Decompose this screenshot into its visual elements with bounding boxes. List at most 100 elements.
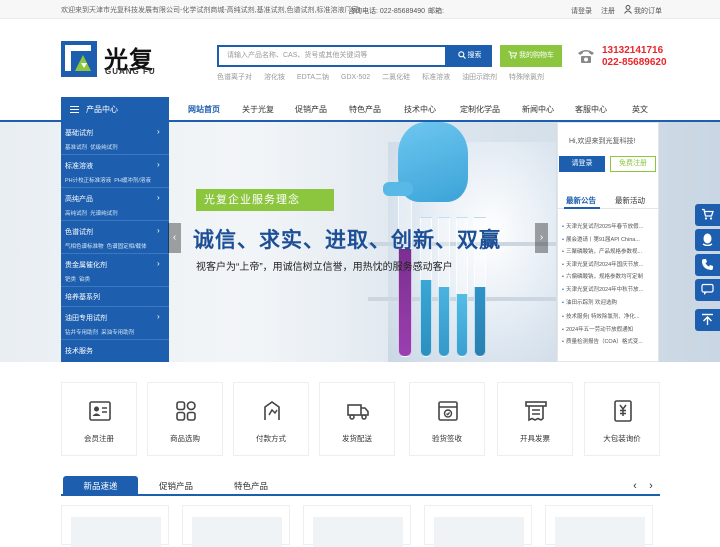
- cart-button[interactable]: 我的购物车: [500, 45, 562, 67]
- yen-icon: [614, 400, 632, 422]
- category-sidebar: 基础试剂 › 基准试剂 优级纯试剂 标准溶液 › PH计校正标准溶液 PH缓冲剂…: [61, 122, 169, 362]
- back-to-top-button[interactable]: [695, 309, 720, 331]
- login-link[interactable]: 请登录: [571, 6, 592, 16]
- tab-activities[interactable]: 最新活动: [615, 195, 645, 206]
- service-inspection[interactable]: 验货签收: [409, 382, 485, 456]
- hot-keyword[interactable]: 标准溶液: [422, 74, 450, 81]
- float-phone-button[interactable]: [695, 254, 720, 276]
- tab-announcements[interactable]: 最新公告: [566, 195, 596, 206]
- register-link[interactable]: 注册: [601, 6, 615, 16]
- email-text: 邮箱:: [428, 8, 444, 15]
- nav-item-promotion[interactable]: 促销产品: [288, 97, 334, 122]
- news-item[interactable]: 质量检测报告（COA）格式变...: [562, 337, 654, 345]
- sidebar-sublink[interactable]: 色谱固定相/载体: [107, 244, 147, 250]
- news-item[interactable]: 油田示踪剂 欢迎选购: [562, 298, 654, 306]
- qq-icon: [702, 233, 713, 246]
- float-qq-button[interactable]: [695, 229, 720, 251]
- hot-keyword[interactable]: 二氯化硅: [382, 74, 410, 81]
- sidebar-sublink[interactable]: 优级纯试剂: [90, 145, 118, 151]
- product-center-button[interactable]: 产品中心: [61, 97, 169, 122]
- product-card[interactable]: [303, 505, 411, 547]
- divider: [61, 220, 169, 221]
- tab-promotions[interactable]: 促销产品: [146, 476, 206, 496]
- hot-keyword[interactable]: 特殊除氯剂: [509, 74, 544, 81]
- sidebar-item-tech-service[interactable]: 技术服务: [65, 346, 93, 356]
- news-item[interactable]: 2024年五一劳动节放假通知: [562, 325, 654, 333]
- sidebar-item-basic-reagents[interactable]: 基础试剂: [65, 128, 93, 138]
- news-item[interactable]: 天津光复试剂2025年春节放假...: [562, 222, 654, 230]
- nav-item-service[interactable]: 客服中心: [568, 97, 614, 122]
- product-card[interactable]: [61, 505, 169, 547]
- nav-item-english[interactable]: 英文: [622, 97, 658, 122]
- menu-icon: [70, 106, 79, 113]
- sidebar-sublink[interactable]: 气相色谱标准物: [65, 244, 104, 250]
- chevron-right-icon: ›: [157, 259, 160, 268]
- carousel-next-button[interactable]: ›: [535, 223, 548, 253]
- sidebar-sublink[interactable]: 铂类: [79, 277, 90, 283]
- float-cart-button[interactable]: [695, 204, 720, 226]
- service-product-select[interactable]: 商品选购: [147, 382, 223, 456]
- chevron-right-icon: ›: [157, 226, 160, 235]
- product-card[interactable]: [424, 505, 532, 547]
- nav-item-featured[interactable]: 特色产品: [342, 97, 388, 122]
- nav-item-news[interactable]: 新闻中心: [515, 97, 561, 122]
- sidebar-item-catalysts[interactable]: 贵金属催化剂: [65, 260, 107, 270]
- service-bulk-inquiry[interactable]: 大包装询价: [584, 382, 660, 456]
- news-item[interactable]: 三聚磷酸钠，产品规格参数视...: [562, 247, 654, 255]
- nav-item-about[interactable]: 关于光复: [235, 97, 281, 122]
- news-item[interactable]: 天津光复试剂2024年中秋节放...: [562, 285, 654, 293]
- news-item[interactable]: 六偏磷酸钠，规格参数均可定制: [562, 272, 654, 280]
- product-card[interactable]: [182, 505, 290, 547]
- sidebar-sublink[interactable]: PH缓冲剂/溶液: [114, 178, 151, 184]
- service-label: 验货签收: [432, 434, 462, 443]
- service-payment[interactable]: 付款方式: [233, 382, 309, 456]
- sidebar-item-standard-solutions[interactable]: 标准溶液: [65, 161, 93, 171]
- sidebar-sublink[interactable]: PH计校正标准溶液: [65, 178, 111, 184]
- product-prev-button[interactable]: ‹: [629, 476, 641, 496]
- search-button[interactable]: 搜索: [447, 45, 492, 67]
- sidebar-sublink[interactable]: 钻井专用助剂: [65, 330, 98, 336]
- service-invoice[interactable]: 开具发票: [497, 382, 573, 456]
- nav-item-custom[interactable]: 定制化学品: [453, 97, 507, 122]
- hot-keyword[interactable]: EDTA二钠: [297, 74, 329, 81]
- payment-icon: [264, 401, 280, 420]
- service-label: 发货配送: [342, 434, 372, 443]
- sidebar-sublinks: 基准试剂 优级纯试剂: [65, 143, 118, 151]
- id-card-icon: [89, 401, 111, 421]
- service-shipping[interactable]: 发货配送: [319, 382, 395, 456]
- news-item[interactable]: 天津光复试剂2024年国庆节放...: [562, 260, 654, 268]
- panel-register-button[interactable]: 免费注册: [610, 156, 656, 172]
- nav-item-tech[interactable]: 技术中心: [397, 97, 443, 122]
- sidebar-sublink[interactable]: 钯类: [65, 277, 76, 283]
- tab-new-products[interactable]: 新品速递: [63, 476, 138, 496]
- divider: [61, 154, 169, 155]
- search-input[interactable]: 请输入产品名称、CAS、货号或其他关键词等: [217, 45, 447, 67]
- sidebar-item-oilfield[interactable]: 油田专用试剂: [65, 313, 107, 323]
- banner-subline: 视客户为“上帝”，用诚信树立信誉，用热忱的服务感动客户: [196, 262, 453, 273]
- telephone-icon: [578, 50, 594, 63]
- sidebar-sublink[interactable]: 基准试剂: [65, 145, 87, 151]
- sidebar-item-culture-media[interactable]: 培养基系列: [65, 292, 100, 302]
- arrow-up-icon: [702, 313, 713, 325]
- tab-featured[interactable]: 特色产品: [221, 476, 281, 496]
- nav-item-home[interactable]: 网站首页: [180, 97, 228, 122]
- sidebar-sublink[interactable]: 光谱纯试剂: [90, 211, 118, 217]
- hot-keyword[interactable]: 色谱离子对: [217, 74, 252, 81]
- hot-keyword[interactable]: 油田示踪剂: [462, 74, 497, 81]
- carousel-prev-button[interactable]: ‹: [168, 223, 181, 253]
- sidebar-sublink[interactable]: 采油专用助剂: [101, 330, 134, 336]
- service-member-register[interactable]: 会员注册: [61, 382, 137, 456]
- my-orders-link[interactable]: 我的订单: [634, 6, 662, 16]
- news-item[interactable]: 展会邀请丨第91届API China...: [562, 235, 654, 243]
- divider: [61, 286, 169, 287]
- sidebar-item-high-purity[interactable]: 高纯产品: [65, 194, 93, 204]
- panel-login-button[interactable]: 请登录: [559, 156, 605, 172]
- hot-keyword[interactable]: GDX-502: [341, 74, 370, 81]
- hot-keyword[interactable]: 溶化铵: [264, 74, 285, 81]
- sidebar-item-chromatography[interactable]: 色谱试剂: [65, 227, 93, 237]
- news-item[interactable]: 技术服务| 特效除氯剂、净化...: [562, 312, 654, 320]
- float-chat-button[interactable]: [695, 279, 720, 301]
- product-next-button[interactable]: ›: [645, 476, 657, 496]
- sidebar-sublink[interactable]: 高纯试剂: [65, 211, 87, 217]
- product-card[interactable]: [545, 505, 653, 547]
